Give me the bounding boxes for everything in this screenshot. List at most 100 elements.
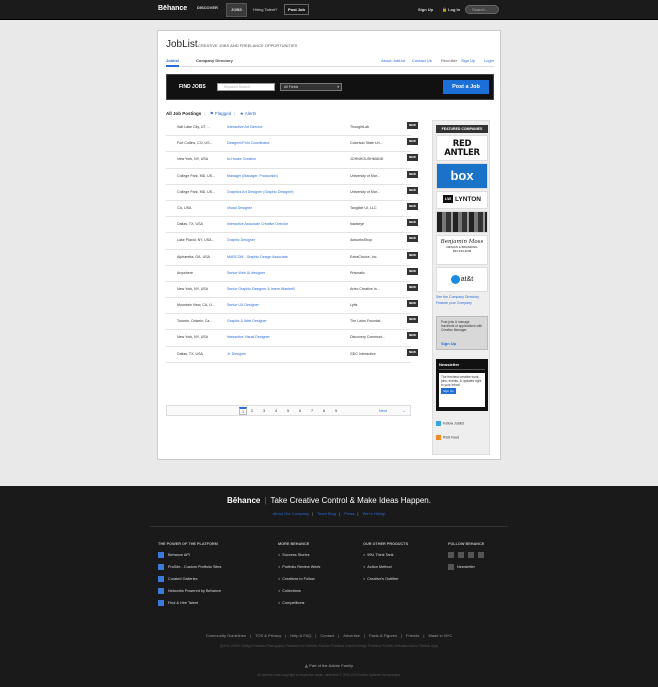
about-joblist-link[interactable]: About JobList bbox=[381, 58, 405, 63]
hiring-link[interactable]: We're Hiring! bbox=[363, 511, 386, 516]
table-row[interactable]: New York, NY, USA Interactive Visual Desi… bbox=[166, 330, 418, 347]
tab-joblist[interactable]: Joblist bbox=[166, 58, 179, 67]
alerts-filter[interactable]: ★ Alerts bbox=[240, 111, 257, 116]
page-number[interactable]: 4 bbox=[275, 409, 277, 413]
table-row[interactable]: Dallas, TX, USA Jr. Designer GDC Interacti… bbox=[166, 347, 418, 363]
benjamin-moss-logo[interactable]: Benjamin Moss DESIGN & BRANDING 833.334.… bbox=[436, 235, 488, 265]
all-job-postings-filter[interactable]: All Job Postings bbox=[166, 111, 201, 116]
job-title-link[interactable]: Interactive Art Director bbox=[227, 125, 263, 129]
footer-bottom-link[interactable]: Help & FAQ bbox=[290, 633, 311, 638]
follow-joblist-link[interactable]: Follow Joblist bbox=[436, 421, 464, 426]
job-title-link[interactable]: Interactive Visual Designer bbox=[227, 335, 270, 339]
rss-feed-link[interactable]: RSS Feed bbox=[436, 435, 459, 440]
table-row[interactable]: New York, NY, USA Senior Graphic Designer… bbox=[166, 282, 418, 299]
job-title-link[interactable]: Interactive Associate Creative Director bbox=[227, 222, 288, 226]
att-logo[interactable]: at&t bbox=[436, 267, 488, 292]
page-number[interactable]: 8 bbox=[323, 409, 325, 413]
keyword-search-input[interactable]: Keyword Search bbox=[217, 83, 275, 91]
about-company-link[interactable]: About Our Company bbox=[273, 511, 309, 516]
field-select[interactable]: All Fields ▾ bbox=[280, 83, 342, 91]
footer-bottom-link[interactable]: Made in NYC bbox=[428, 633, 452, 638]
job-title-link[interactable]: Designer/Print Coordinator bbox=[227, 141, 270, 145]
table-row[interactable]: Anywhere Senior Web UI designer Prismatic N… bbox=[166, 266, 418, 282]
job-title-link[interactable]: Visual Designer bbox=[227, 206, 252, 210]
company-photo[interactable] bbox=[436, 211, 488, 233]
footer-link-networks[interactable]: Networks Powered by Behance bbox=[158, 587, 221, 599]
page-number[interactable]: 9 bbox=[335, 409, 337, 413]
page-number[interactable]: 6 bbox=[299, 409, 301, 413]
twitter-icon[interactable] bbox=[448, 552, 454, 558]
footer-bottom-link[interactable]: Contact bbox=[320, 633, 334, 638]
table-row[interactable]: Salt Lake City, UT, ... Interactive Art D… bbox=[166, 120, 418, 137]
footer-link-action-method[interactable]: ● Action Method bbox=[363, 563, 408, 575]
log-in-link[interactable]: 🔒 Log In bbox=[442, 7, 460, 12]
footer-link-competitions[interactable]: ● Competitions bbox=[278, 599, 320, 611]
table-row[interactable]: Lake Placid, NY, USA... Graphic Designer A… bbox=[166, 233, 418, 250]
job-title-link[interactable]: Jr. Designer bbox=[227, 352, 246, 356]
footer-link-galleries[interactable]: Curated Galleries bbox=[158, 575, 221, 587]
facebook-icon[interactable] bbox=[468, 552, 475, 558]
lynton-logo[interactable]: LW LYNTON bbox=[436, 191, 488, 209]
sign-up-link[interactable]: Sign Up bbox=[418, 7, 433, 12]
footer-link-prosite[interactable]: ProSite - Custom Portfolio Sites bbox=[158, 563, 221, 575]
box-logo[interactable]: box bbox=[436, 163, 488, 189]
footer-link-api[interactable]: Behance API bbox=[158, 551, 221, 563]
job-title-link[interactable]: In-House Creative bbox=[227, 157, 256, 161]
footer-link-outfitter[interactable]: ● Creative's Outfitter bbox=[363, 575, 408, 587]
pinterest-icon[interactable] bbox=[478, 552, 485, 558]
page-number[interactable]: 1 bbox=[239, 407, 248, 415]
job-title-link[interactable]: Manager (Manager, Production) bbox=[227, 174, 278, 178]
press-link[interactable]: Press bbox=[344, 511, 354, 516]
flagged-filter[interactable]: ⚑ Flagged bbox=[210, 111, 232, 116]
nav-discover[interactable]: DISCOVER bbox=[197, 5, 218, 10]
footer-link-newsletter[interactable]: Newsletter bbox=[448, 563, 487, 575]
footer-link-review-week[interactable]: ● Portfolio Review Week bbox=[278, 563, 320, 575]
team-blog-link[interactable]: Team Blog bbox=[317, 511, 336, 516]
table-row[interactable]: College Park, MD, US... Manager (Manager,… bbox=[166, 169, 418, 185]
red-antler-logo[interactable]: RED ANTLER bbox=[436, 135, 488, 161]
job-title-link[interactable]: Senior Graphic Designer & Intern Wanted!… bbox=[227, 287, 295, 291]
newsletter-sign-up-button[interactable]: Sign Up bbox=[441, 388, 456, 394]
footer-link-99u[interactable]: ● 99U Think Tank bbox=[363, 551, 408, 563]
footer-bottom-link[interactable]: TOS & Privacy bbox=[255, 633, 281, 638]
footer-bottom-link[interactable]: Friends bbox=[406, 633, 419, 638]
job-title-link[interactable]: Senior Web UI designer bbox=[227, 271, 265, 275]
page-number[interactable]: 3 bbox=[263, 409, 265, 413]
footer-bottom-link[interactable]: Community Guidelines bbox=[206, 633, 246, 638]
footer-link-creatives[interactable]: ● Creatives to Follow bbox=[278, 575, 320, 587]
footer-bottom-link[interactable]: Facts & Figures bbox=[369, 633, 397, 638]
table-row[interactable]: College Park, MD, US... Graphics Art Desi… bbox=[166, 185, 418, 201]
job-title-link[interactable]: Senior UX Designer bbox=[227, 303, 259, 307]
job-title-link[interactable]: MARCOM - Graphic Design Associate bbox=[227, 255, 288, 259]
hiring-talent-link[interactable]: Hiring Talent? bbox=[253, 7, 277, 12]
nav-jobs[interactable]: JOBS bbox=[226, 3, 247, 17]
post-a-job-button[interactable]: Post a Job bbox=[443, 80, 489, 94]
table-row[interactable]: Mountain View, CA, U... Senior UX Designe… bbox=[166, 298, 418, 315]
job-title-link[interactable]: Graphic & Web Designer bbox=[227, 319, 267, 323]
recruiter-login-link[interactable]: Login bbox=[484, 58, 494, 63]
promo-sign-up-link[interactable]: Sign Up bbox=[441, 341, 456, 346]
table-row[interactable]: Toronto, Ontario, Ca... Graphic & Web Des… bbox=[166, 314, 418, 331]
job-title-link[interactable]: Graphics Art Designer (Graphic Designer) bbox=[227, 190, 294, 194]
table-row[interactable]: CA, USA Visual Designer Tangible UI, LLC NE… bbox=[166, 201, 418, 218]
page-number[interactable]: 7 bbox=[311, 409, 313, 413]
post-job-button[interactable]: Post Job bbox=[284, 4, 309, 15]
footer-link-talent[interactable]: Find & Hire Talent bbox=[158, 599, 221, 611]
arrow-right-icon[interactable]: → bbox=[401, 408, 406, 414]
linkedin-icon[interactable] bbox=[458, 552, 465, 558]
table-row[interactable]: Fort Collins, CO, US... Designer/Print Co… bbox=[166, 136, 418, 153]
footer-bottom-link[interactable]: Advertise bbox=[343, 633, 360, 638]
footer-logo[interactable]: Bēhance bbox=[227, 496, 260, 505]
portfolio-quick-links[interactable]: QUICK LINKS: Design Portfolios Photograp… bbox=[0, 644, 658, 648]
see-directory-link[interactable]: See the Company Directory bbox=[436, 295, 479, 300]
next-page-link[interactable]: Next bbox=[379, 409, 387, 413]
tab-company-directory[interactable]: Company Directory bbox=[196, 58, 233, 63]
behance-logo[interactable]: Bēhance bbox=[158, 5, 187, 12]
page-number[interactable]: 5 bbox=[287, 409, 289, 413]
footer-link-success[interactable]: ● Success Stories bbox=[278, 551, 320, 563]
search-input[interactable]: Search... bbox=[465, 5, 499, 14]
page-number[interactable]: 2 bbox=[251, 409, 253, 413]
footer-link-collections[interactable]: ● Collections bbox=[278, 587, 320, 599]
job-title-link[interactable]: Graphic Designer bbox=[227, 238, 255, 242]
feature-company-link[interactable]: Feature your Company bbox=[436, 301, 472, 306]
